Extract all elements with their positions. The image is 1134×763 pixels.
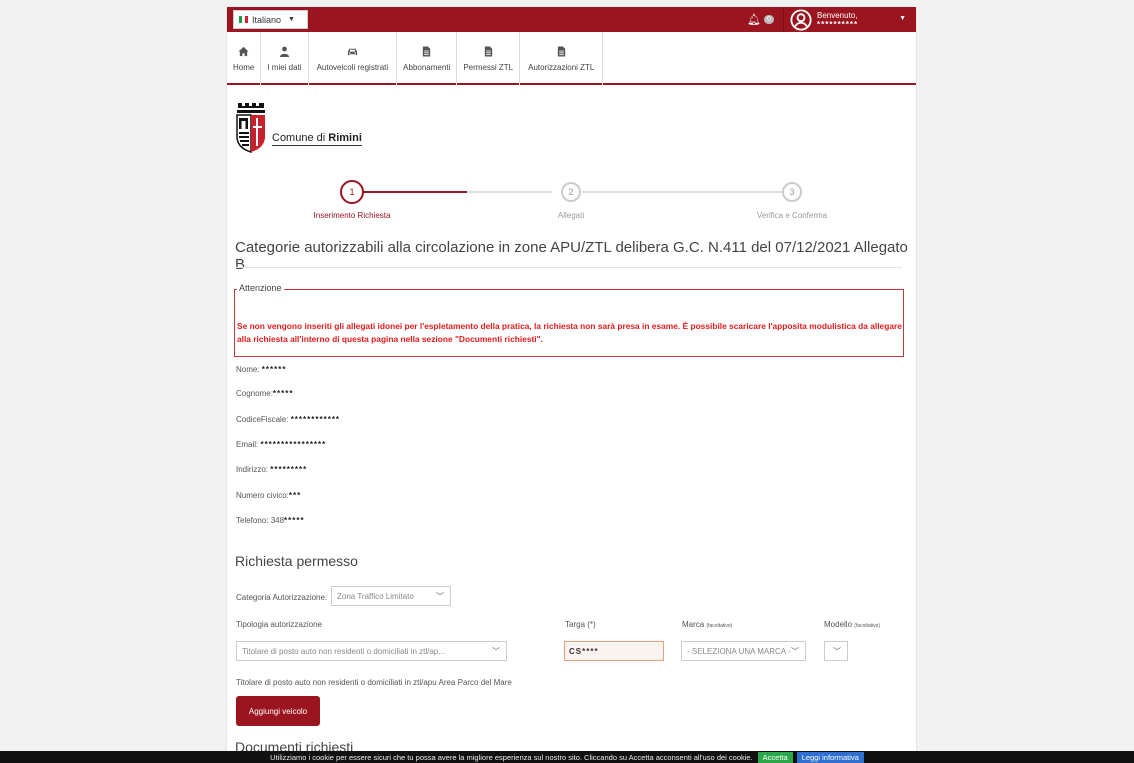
coat-of-arms-icon: [236, 103, 265, 153]
model-label: Modello (facoltativo): [824, 620, 881, 629]
car-icon: [347, 48, 357, 55]
cookie-banner: Utilizziamo i cookie per essere sicuri c…: [0, 751, 1134, 763]
chevron-down-icon: ﹀: [436, 591, 444, 601]
nav-home[interactable]: Home: [227, 32, 262, 85]
main-nav: Home I miei dati Autoveicoli registrati …: [227, 32, 916, 85]
step-connector: [582, 191, 782, 193]
user-avatar-icon: [790, 8, 812, 31]
nav-label: I miei dati: [267, 62, 302, 72]
divider: [235, 267, 902, 268]
info-surname: Cognome:*****: [236, 389, 294, 398]
type-label: Tipologia autorizzazione: [236, 620, 322, 629]
plate-input[interactable]: CS****: [564, 641, 664, 661]
model-select[interactable]: ﹀: [824, 641, 848, 661]
document-icon: [557, 45, 565, 57]
top-bar: Italiano ▼ 🔔︎ 0 Benvenuto, ********** ▼: [227, 7, 916, 32]
notifications-button[interactable]: 🔔︎ 0: [747, 12, 775, 27]
document-icon: [484, 45, 492, 57]
italian-flag-icon: [239, 16, 248, 23]
nav-subscriptions[interactable]: Abbonamenti: [397, 32, 458, 85]
page-container: Italiano ▼ 🔔︎ 0 Benvenuto, ********** ▼ …: [226, 7, 917, 763]
category-select[interactable]: Zona Traffico Limitato ﹀: [331, 586, 451, 606]
info-phone: Telefono: 348*****: [236, 516, 305, 525]
document-icon: [423, 45, 431, 57]
category-label: Categoria Autorizzazione:: [236, 593, 328, 602]
step-connector: [467, 191, 552, 193]
nav-label: Home: [233, 62, 255, 72]
nav-ztl-authorizations[interactable]: Autorizzazioni ZTL: [520, 32, 604, 85]
brand-value: - SELEZIONA UNA MARCA -: [687, 646, 791, 656]
accept-cookies-button[interactable]: Accetta: [757, 751, 793, 763]
info-name: Nome: ******: [236, 365, 287, 374]
nav-registered-vehicles[interactable]: Autoveicoli registrati: [309, 32, 398, 85]
welcome-text: Benvenuto,: [817, 10, 858, 20]
type-select[interactable]: Titolare di posto auto non residenti o d…: [236, 641, 507, 661]
user-icon: [279, 46, 290, 57]
chevron-down-icon: ﹀: [791, 646, 799, 656]
cookie-text: Utilizziamo i cookie per essere sicuri c…: [270, 752, 753, 762]
notifications-badge: 0: [763, 15, 774, 24]
step-3-circle: 3: [782, 182, 802, 202]
step-connector: [354, 191, 467, 193]
nav-label: Autoveicoli registrati: [316, 62, 389, 72]
step-1-label: Inserimento Richiesta: [313, 211, 391, 220]
nav-ztl-permits[interactable]: Permessi ZTL: [457, 32, 521, 85]
request-title: Richiesta permesso: [235, 553, 358, 569]
info-email: Email: ****************: [236, 440, 327, 449]
info-fiscal-code: CodiceFiscale: ************: [236, 415, 341, 424]
step-1-circle: 1: [340, 180, 364, 204]
nav-label: Abbonamenti: [403, 62, 451, 72]
type-value: Titolare di posto auto non residenti o d…: [242, 646, 445, 656]
chevron-down-icon: ﹀: [492, 646, 500, 656]
add-vehicle-button[interactable]: Aggiungi veicolo: [236, 696, 320, 726]
user-menu[interactable]: Benvenuto, ********** ▼: [783, 7, 912, 32]
brand-label: Marca (facoltativo): [682, 620, 733, 629]
language-label: Italiano: [252, 14, 282, 25]
user-name: **********: [817, 19, 859, 29]
caret-down-icon: ▼: [288, 16, 295, 23]
warning-legend: Attenzione: [237, 283, 284, 293]
plate-label: Targa (*): [565, 620, 596, 629]
comune-logo[interactable]: Comune di Rimini: [235, 102, 362, 160]
brand-select[interactable]: - SELEZIONA UNA MARCA - ﹀: [681, 641, 806, 661]
caret-down-icon: ▼: [899, 15, 906, 22]
step-3-label: Verifica e Conferma: [756, 211, 828, 220]
step-2-label: Allegati: [557, 211, 585, 220]
nav-my-data[interactable]: I miei dati: [261, 32, 309, 85]
warning-text: Se non vengono inseriti gli allegati ido…: [237, 321, 902, 344]
home-icon: [238, 46, 249, 56]
nav-label: Permessi ZTL: [463, 62, 514, 72]
info-address: Indirizzo: *********: [236, 465, 308, 474]
comune-name: Comune di Rimini: [272, 132, 362, 146]
chevron-down-icon: ﹀: [833, 646, 841, 656]
step-2-circle: 2: [561, 182, 581, 202]
cookie-info-link[interactable]: Leggi informativa: [796, 751, 864, 763]
category-value: Zona Traffico Limitato: [337, 591, 414, 601]
info-street-number: Numero civico:***: [236, 491, 302, 500]
nav-label: Autorizzazioni ZTL: [528, 62, 595, 72]
type-description: Titolare di posto auto non residenti o d…: [236, 678, 512, 687]
bell-icon: 🔔︎: [747, 14, 761, 26]
warning-box: Attenzione Se non vengono inseriti gli a…: [234, 283, 904, 357]
language-select[interactable]: Italiano ▼: [233, 10, 308, 29]
progress-stepper: 1 2 3 Inserimento Richiesta Allegati Ver…: [227, 175, 916, 225]
